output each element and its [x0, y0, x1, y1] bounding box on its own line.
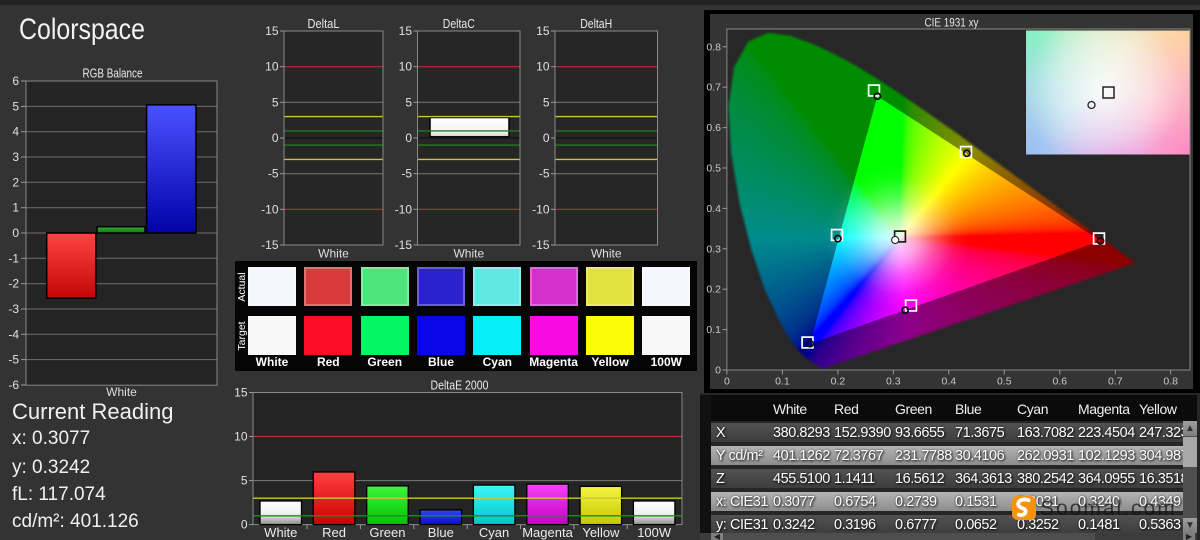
svg-text:Green: Green: [369, 525, 405, 540]
svg-text:-5: -5: [539, 167, 550, 181]
svg-text:5: 5: [272, 95, 279, 109]
svg-text:0.7: 0.7: [1108, 376, 1123, 388]
svg-text:-6: -6: [8, 378, 19, 392]
svg-text:15: 15: [265, 24, 279, 38]
svg-text:0.7: 0.7: [706, 82, 721, 94]
svg-text:DeltaC: DeltaC: [443, 17, 475, 31]
svg-text:0.6: 0.6: [706, 122, 721, 134]
svg-text:0: 0: [724, 376, 730, 388]
svg-text:White: White: [453, 247, 484, 261]
svg-text:15: 15: [536, 24, 550, 38]
svg-text:2: 2: [12, 175, 19, 189]
svg-text:5: 5: [241, 474, 248, 488]
svg-text:-15: -15: [395, 238, 413, 252]
svg-text:-2: -2: [8, 277, 19, 291]
svg-text:0: 0: [272, 131, 279, 145]
svg-text:0.8: 0.8: [1163, 376, 1178, 388]
svg-text:-10: -10: [395, 202, 413, 216]
svg-text:-15: -15: [261, 238, 279, 252]
svg-text:Blue: Blue: [428, 525, 454, 540]
svg-text:15: 15: [399, 24, 413, 38]
svg-text:10: 10: [536, 60, 550, 74]
svg-text:-3: -3: [8, 302, 19, 316]
svg-text:0.4: 0.4: [941, 376, 956, 388]
svg-text:-10: -10: [261, 202, 279, 216]
svg-text:-5: -5: [8, 353, 19, 367]
svg-text:4: 4: [12, 125, 19, 139]
svg-text:15: 15: [234, 386, 248, 400]
svg-text:RGB Balance: RGB Balance: [83, 67, 143, 81]
svg-text:3: 3: [12, 150, 19, 164]
svg-text:0: 0: [12, 226, 19, 240]
svg-text:100W: 100W: [637, 525, 672, 540]
svg-text:White: White: [318, 247, 349, 261]
svg-text:0: 0: [241, 518, 248, 532]
svg-text:5: 5: [543, 95, 550, 109]
svg-text:0: 0: [405, 131, 412, 145]
svg-text:DeltaE 2000: DeltaE 2000: [431, 379, 489, 393]
svg-text:Red: Red: [322, 525, 346, 540]
svg-text:White: White: [106, 385, 137, 399]
svg-text:0.2: 0.2: [706, 284, 721, 296]
svg-text:0: 0: [715, 365, 721, 377]
svg-text:DeltaH: DeltaH: [580, 17, 612, 31]
svg-text:0.8: 0.8: [706, 41, 721, 53]
svg-text:0.3: 0.3: [706, 243, 721, 255]
svg-text:White: White: [591, 247, 622, 261]
svg-text:-1: -1: [8, 251, 19, 265]
svg-text:0.5: 0.5: [706, 163, 721, 175]
svg-text:5: 5: [405, 95, 412, 109]
svg-text:1: 1: [12, 201, 19, 215]
svg-text:0.6: 0.6: [1052, 376, 1067, 388]
svg-text:Magenta: Magenta: [522, 525, 573, 540]
svg-text:-15: -15: [532, 238, 550, 252]
svg-text:10: 10: [234, 430, 248, 444]
svg-text:DeltaL: DeltaL: [308, 17, 340, 31]
svg-text:White: White: [264, 525, 297, 540]
svg-text:0.1: 0.1: [775, 376, 790, 388]
svg-text:0.1: 0.1: [706, 324, 721, 336]
svg-text:-10: -10: [532, 202, 550, 216]
svg-text:5: 5: [12, 99, 19, 113]
svg-text:Cyan: Cyan: [479, 525, 509, 540]
svg-text:-4: -4: [8, 327, 19, 341]
svg-text:Yellow: Yellow: [582, 525, 620, 540]
svg-text:10: 10: [399, 60, 413, 74]
svg-text:0.3: 0.3: [886, 376, 901, 388]
svg-text:-5: -5: [401, 167, 412, 181]
svg-text:0.2: 0.2: [831, 376, 846, 388]
svg-text:CIE 1931 xy: CIE 1931 xy: [925, 18, 979, 30]
svg-text:0: 0: [543, 131, 550, 145]
svg-text:6: 6: [12, 74, 19, 88]
svg-text:10: 10: [265, 60, 279, 74]
svg-text:-5: -5: [268, 167, 279, 181]
svg-text:0.4: 0.4: [706, 203, 721, 215]
svg-text:0.5: 0.5: [997, 376, 1012, 388]
